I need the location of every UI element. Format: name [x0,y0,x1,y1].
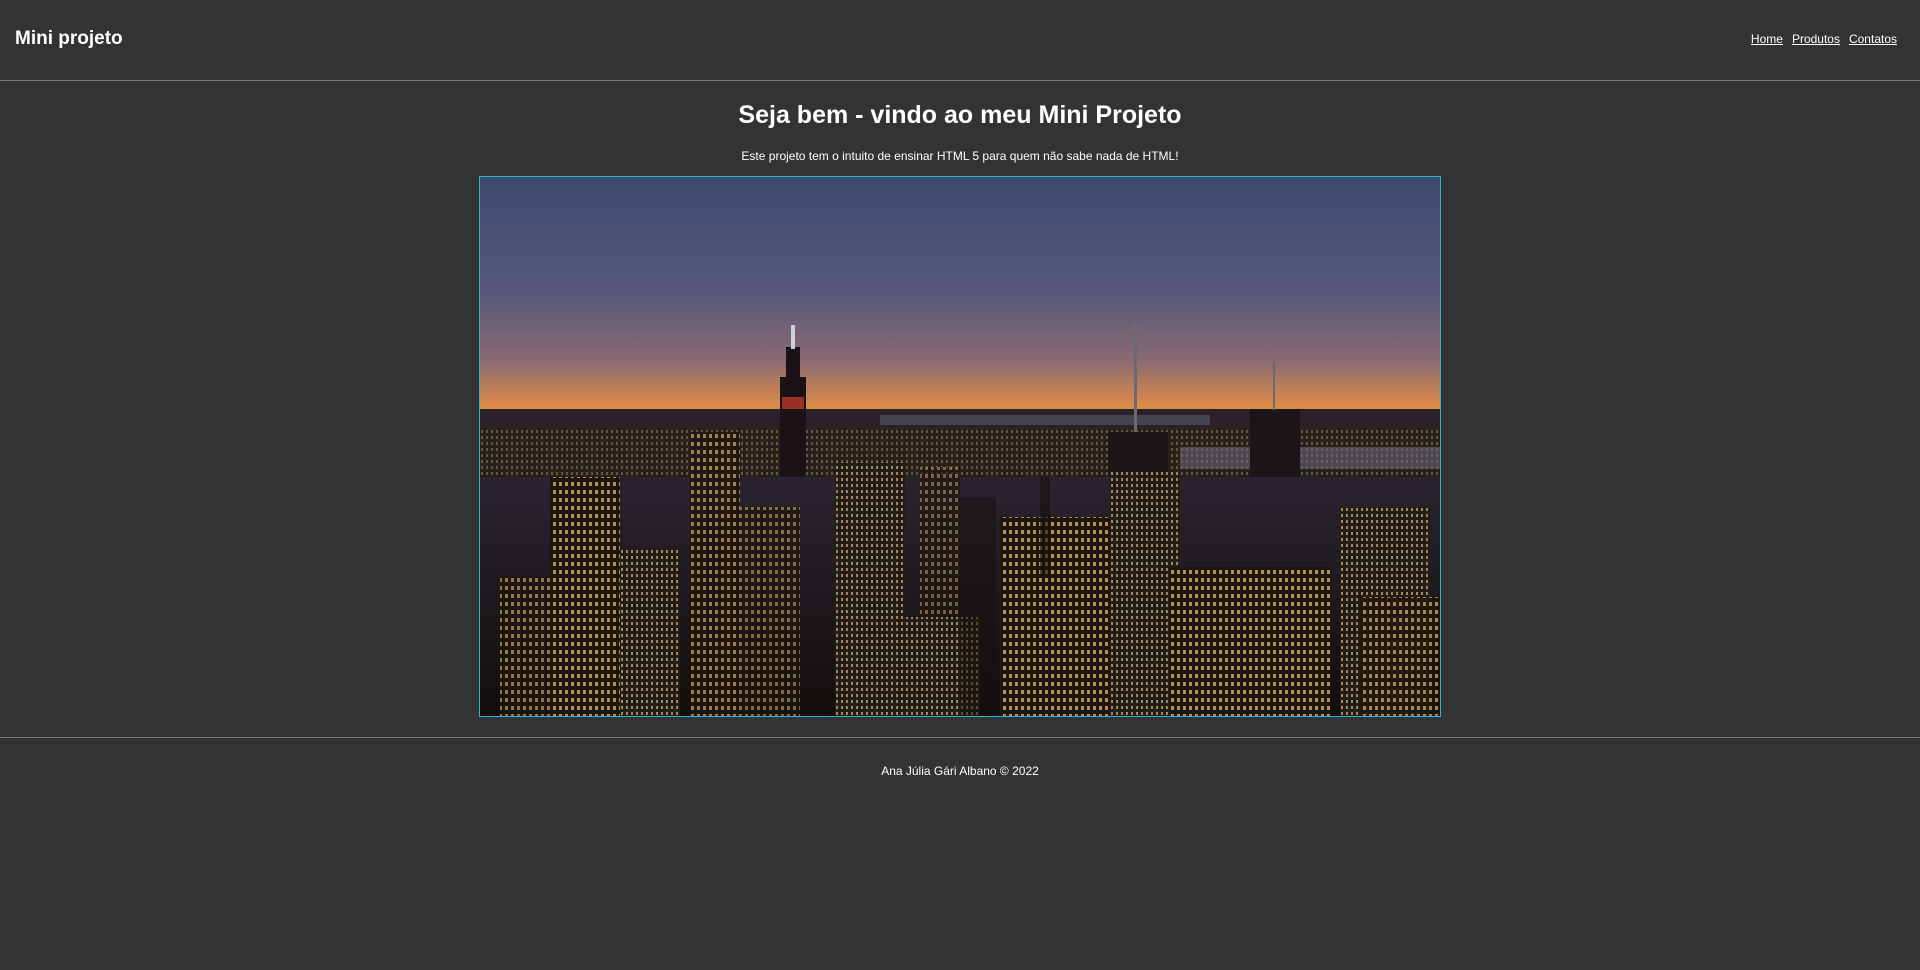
site-footer: Ana Júlia Gári Albano © 2022 [0,737,1920,970]
main-nav: Home Produtos Contatos [1751,32,1897,46]
site-title: Mini projeto [15,28,123,49]
nav-link-produtos[interactable]: Produtos [1792,32,1840,46]
site-header: Mini projeto Home Produtos Contatos [0,0,1920,81]
page-title: Seja bem - vindo ao meu Mini Projeto [738,101,1182,129]
city-skyline-image [479,176,1441,717]
copyright-text: Ana Júlia Gári Albano © 2022 [881,764,1039,778]
page-subtitle: Este projeto tem o intuito de ensinar HT… [741,149,1179,163]
nav-link-home[interactable]: Home [1751,32,1783,46]
nav-link-contatos[interactable]: Contatos [1849,32,1897,46]
